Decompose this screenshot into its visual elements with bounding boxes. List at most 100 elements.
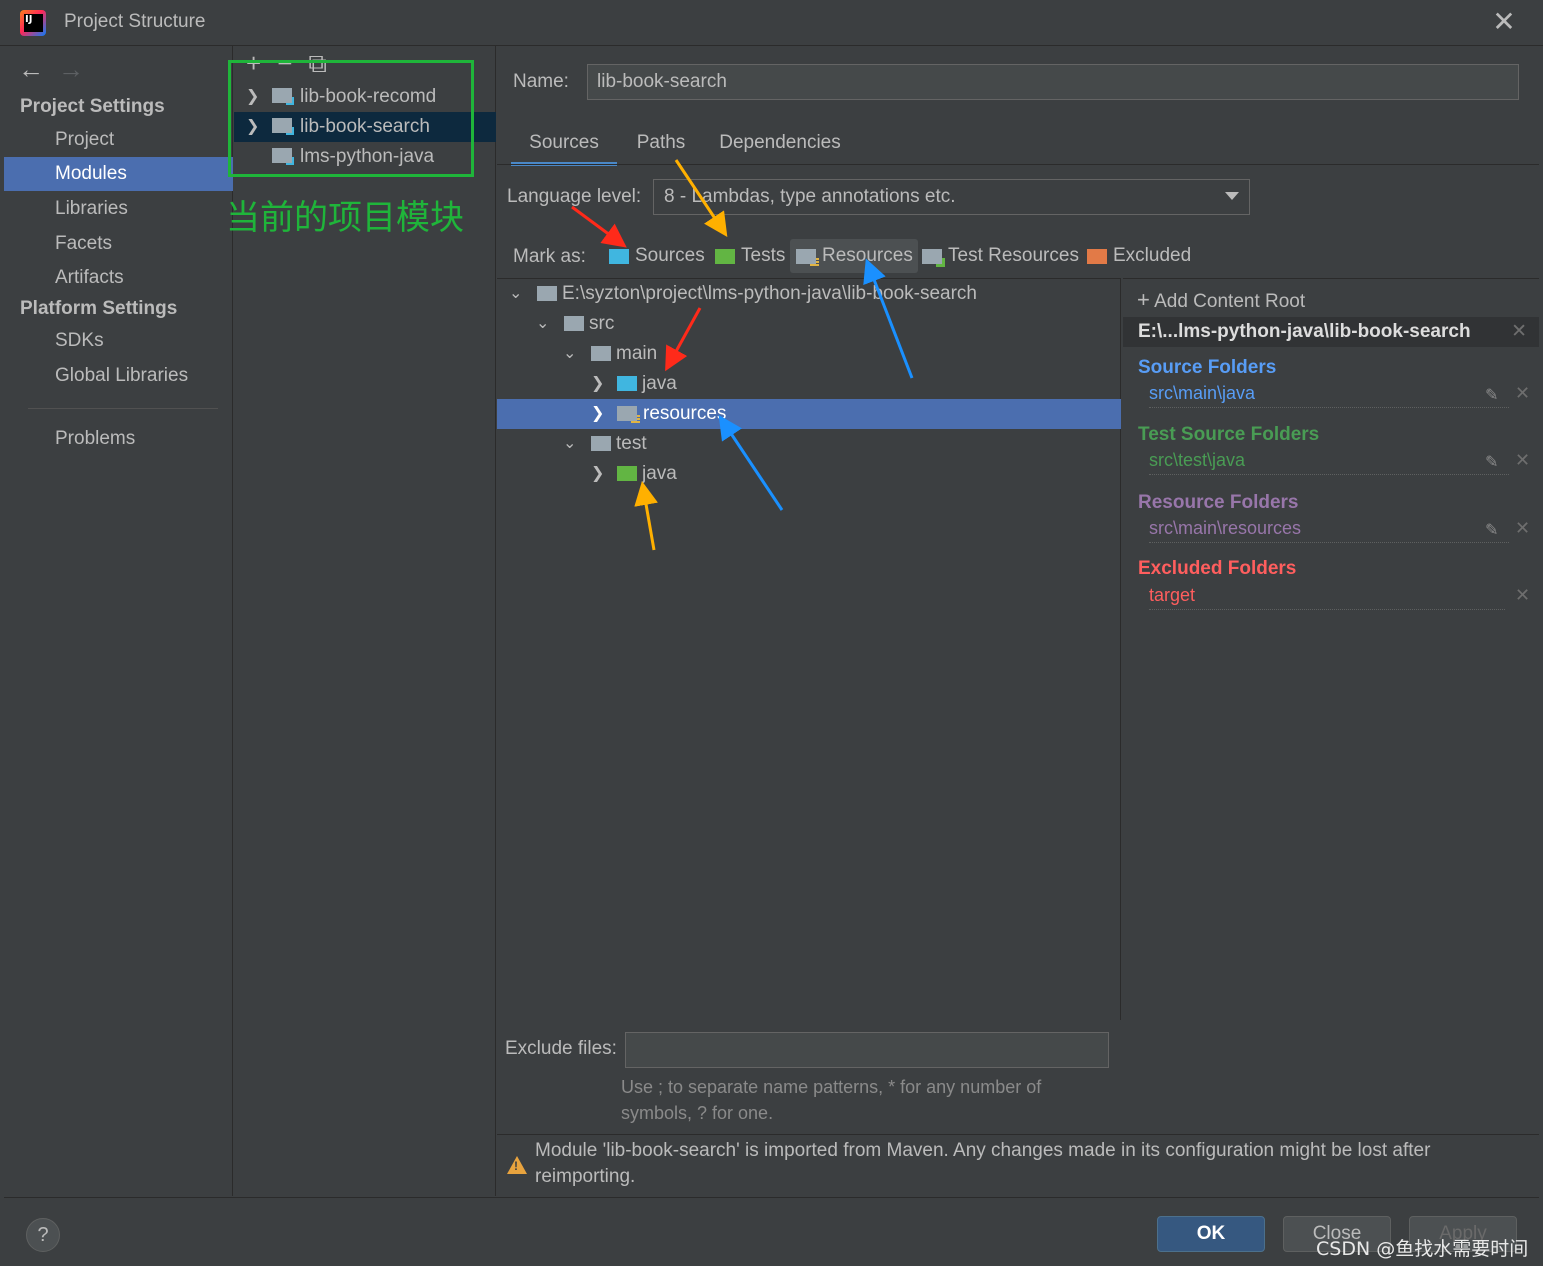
mark-resources-label: Resources xyxy=(822,245,913,266)
remove-folder-icon[interactable]: ✕ xyxy=(1515,518,1530,539)
nav-item-libraries[interactable]: Libraries xyxy=(4,192,233,226)
content-root-path: E:\...lms-python-java\lib-book-search ✕ xyxy=(1123,317,1539,347)
resource-folders-title: Resource Folders xyxy=(1138,492,1299,513)
remove-folder-icon[interactable]: ✕ xyxy=(1515,450,1530,471)
mark-excluded-label: Excluded xyxy=(1113,245,1192,266)
tree-label: src xyxy=(589,313,615,334)
chevron-down-icon[interactable]: ⌄ xyxy=(536,309,549,339)
nav-item-sdks[interactable]: SDKs xyxy=(4,324,233,358)
source-folder-path: src\main\java xyxy=(1149,383,1509,408)
dropdown-arrow-icon xyxy=(1225,192,1239,200)
source-folders-title: Source Folders xyxy=(1138,357,1277,378)
nav-item-artifacts[interactable]: Artifacts xyxy=(4,261,233,295)
csdn-watermark: CSDN @鱼找水需要时间 xyxy=(1316,1238,1529,1260)
tree-row-resources[interactable]: ❯ resources xyxy=(497,399,1121,429)
tree-row-main-java[interactable]: ❯ java xyxy=(497,369,1121,399)
tree-label: java xyxy=(642,373,677,394)
language-level-select[interactable]: 8 - Lambdas, type annotations etc. xyxy=(653,179,1250,215)
chevron-down-icon[interactable]: ⌄ xyxy=(509,279,522,309)
folder-icon xyxy=(564,316,584,331)
remove-folder-icon[interactable]: ✕ xyxy=(1515,383,1530,404)
tree-row-test[interactable]: ⌄ test xyxy=(497,429,1121,459)
dialog-footer: ? OK Close Apply xyxy=(4,1197,1539,1266)
tree-row-root[interactable]: ⌄ E:\syzton\project\lms-python-java\lib-… xyxy=(497,279,1121,309)
test-source-folder-path: src\test\java xyxy=(1149,450,1509,475)
tab-sources[interactable]: Sources xyxy=(511,126,617,166)
tree-label: main xyxy=(616,343,658,364)
edit-pencil-icon[interactable]: ✎ xyxy=(1485,452,1498,472)
title-bar: Project Structure ✕ xyxy=(0,0,1543,46)
nav-divider xyxy=(28,408,218,409)
annotation-text: 当前的项目模块 xyxy=(226,198,464,238)
exclude-files-input[interactable] xyxy=(625,1032,1109,1068)
exclude-files-hint: Use ; to separate name patterns, * for a… xyxy=(621,1077,1042,1123)
nav-item-modules[interactable]: Modules xyxy=(4,157,233,191)
sources-folder-icon xyxy=(617,376,637,391)
tree-row-test-java[interactable]: ❯ java xyxy=(497,459,1121,489)
chevron-right-icon[interactable]: ❯ xyxy=(591,369,604,399)
excluded-folders-title: Excluded Folders xyxy=(1138,558,1297,579)
maven-warning-text: Module 'lib-book-search' is imported fro… xyxy=(535,1140,1431,1187)
edit-pencil-icon[interactable]: ✎ xyxy=(1485,520,1498,540)
excluded-folder-path: target xyxy=(1149,585,1505,610)
close-window-icon[interactable]: ✕ xyxy=(1490,8,1518,36)
tree-row-main[interactable]: ⌄ main xyxy=(497,339,1121,369)
language-level-label: Language level: xyxy=(507,186,642,207)
chevron-down-icon[interactable]: ⌄ xyxy=(563,429,576,459)
edit-pencil-icon[interactable]: ✎ xyxy=(1485,385,1498,405)
mark-as-label: Mark as: xyxy=(513,246,586,267)
window-title: Project Structure xyxy=(64,11,206,32)
chevron-right-icon[interactable]: ❯ xyxy=(591,399,604,429)
back-arrow-icon[interactable]: ← xyxy=(18,54,44,84)
resources-folder-icon xyxy=(617,406,640,424)
language-level-value: 8 - Lambdas, type annotations etc. xyxy=(664,186,956,207)
tree-row-src[interactable]: ⌄ src xyxy=(497,309,1121,339)
nav-item-problems[interactable]: Problems xyxy=(4,422,233,456)
tree-label: test xyxy=(616,433,647,454)
mark-tests-button[interactable]: Tests xyxy=(715,239,785,273)
mark-sources-button[interactable]: Sources xyxy=(609,239,705,273)
test-resources-folder-icon xyxy=(922,249,945,267)
settings-navigation: ← → Project Settings Project Modules Libr… xyxy=(4,46,233,1196)
annotation-highlight-box xyxy=(228,60,474,177)
remove-root-icon[interactable]: ✕ xyxy=(1511,317,1527,347)
module-name-input[interactable]: lib-book-search xyxy=(587,64,1519,100)
tree-label: E:\syzton\project\lms-python-java\lib-bo… xyxy=(562,283,978,304)
nav-item-facets[interactable]: Facets xyxy=(4,227,233,261)
forward-arrow-icon[interactable]: → xyxy=(58,54,84,84)
mark-test-resources-button[interactable]: Test Resources xyxy=(922,239,1079,273)
add-content-root-label: Add Content Root xyxy=(1154,291,1306,312)
remove-folder-icon[interactable]: ✕ xyxy=(1515,585,1530,606)
mark-resources-button[interactable]: Resources xyxy=(790,239,918,273)
tab-dependencies[interactable]: Dependencies xyxy=(715,126,845,166)
nav-item-global-libraries[interactable]: Global Libraries xyxy=(4,359,233,393)
tests-folder-icon xyxy=(715,249,735,264)
chevron-down-icon[interactable]: ⌄ xyxy=(563,339,576,369)
intellij-app-icon xyxy=(20,10,46,36)
mark-excluded-button[interactable]: Excluded xyxy=(1087,239,1191,273)
history-arrows: ← → xyxy=(18,54,98,85)
chevron-right-icon[interactable]: ❯ xyxy=(591,459,604,489)
warning-divider xyxy=(497,1134,1539,1135)
folder-icon xyxy=(591,436,611,451)
folder-icon xyxy=(591,346,611,361)
tests-folder-icon xyxy=(617,466,637,481)
folder-icon xyxy=(537,286,557,301)
add-content-root-button[interactable]: + Add Content Root xyxy=(1137,287,1305,313)
mark-tests-label: Tests xyxy=(741,245,786,266)
nav-item-project[interactable]: Project xyxy=(4,123,233,157)
mark-sources-label: Sources xyxy=(635,245,705,266)
plus-icon: + xyxy=(1137,287,1150,312)
tree-label: java xyxy=(642,463,677,484)
folder-tree: ⌄ E:\syzton\project\lms-python-java\lib-… xyxy=(497,278,1121,1020)
test-source-folders-title: Test Source Folders xyxy=(1138,424,1320,445)
exclude-files-label: Exclude files: xyxy=(505,1038,617,1059)
help-button[interactable]: ? xyxy=(26,1218,60,1252)
tab-paths[interactable]: Paths xyxy=(629,126,693,166)
content-root-label: E:\...lms-python-java\lib-book-search xyxy=(1138,321,1471,342)
name-label: Name: xyxy=(513,71,569,92)
excluded-folder-icon xyxy=(1087,249,1107,264)
warning-icon xyxy=(507,1156,527,1174)
ok-button[interactable]: OK xyxy=(1157,1216,1265,1252)
resources-folder-icon xyxy=(796,249,819,267)
